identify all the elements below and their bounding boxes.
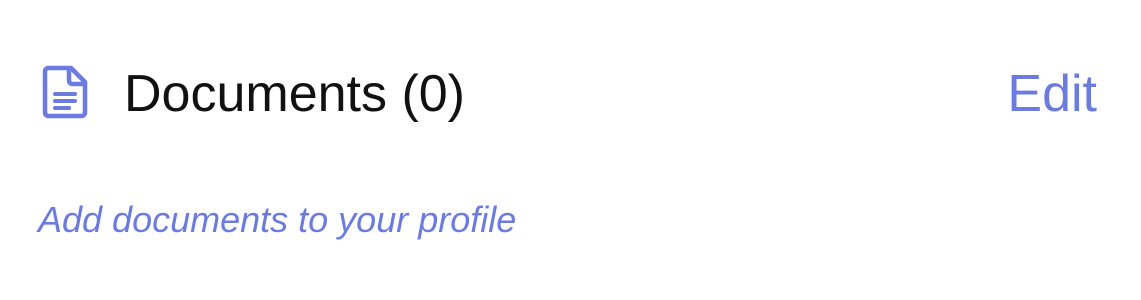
add-documents-link[interactable]: Add documents to your profile [38, 196, 516, 244]
documents-title: Documents (0) [124, 65, 465, 123]
edit-button[interactable]: Edit [1007, 58, 1097, 130]
documents-section: Documents (0) Edit [0, 0, 1141, 185]
document-icon [40, 64, 90, 120]
